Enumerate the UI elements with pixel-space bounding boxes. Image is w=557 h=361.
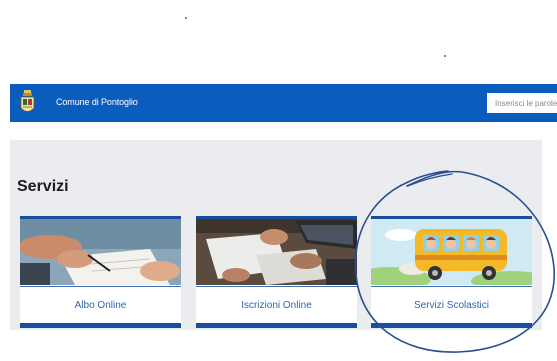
search-input[interactable] xyxy=(487,93,557,113)
comune-crest-icon[interactable] xyxy=(20,90,35,115)
page: Comune di Pontoglio Servizi Albo Online xyxy=(0,0,557,361)
card-image-hands-writing xyxy=(20,219,181,285)
card-image-desk-meeting xyxy=(196,219,357,285)
card-label[interactable]: Iscrizioni Online xyxy=(196,286,357,323)
card-albo-online[interactable]: Albo Online xyxy=(20,216,181,328)
card-label[interactable]: Albo Online xyxy=(20,286,181,323)
stray-dot xyxy=(444,55,446,57)
card-servizi-scolastici[interactable]: Servizi Scolastici xyxy=(371,216,532,328)
stray-dot xyxy=(185,17,187,19)
section-title: Servizi xyxy=(17,178,69,195)
site-header: Comune di Pontoglio xyxy=(10,84,557,122)
servizi-section: Servizi Albo Online Iscrizioni Online Se… xyxy=(10,140,542,330)
card-image-school-bus xyxy=(371,219,532,285)
card-iscrizioni-online[interactable]: Iscrizioni Online xyxy=(196,216,357,328)
card-label[interactable]: Servizi Scolastici xyxy=(371,286,532,323)
site-name[interactable]: Comune di Pontoglio xyxy=(56,97,138,107)
